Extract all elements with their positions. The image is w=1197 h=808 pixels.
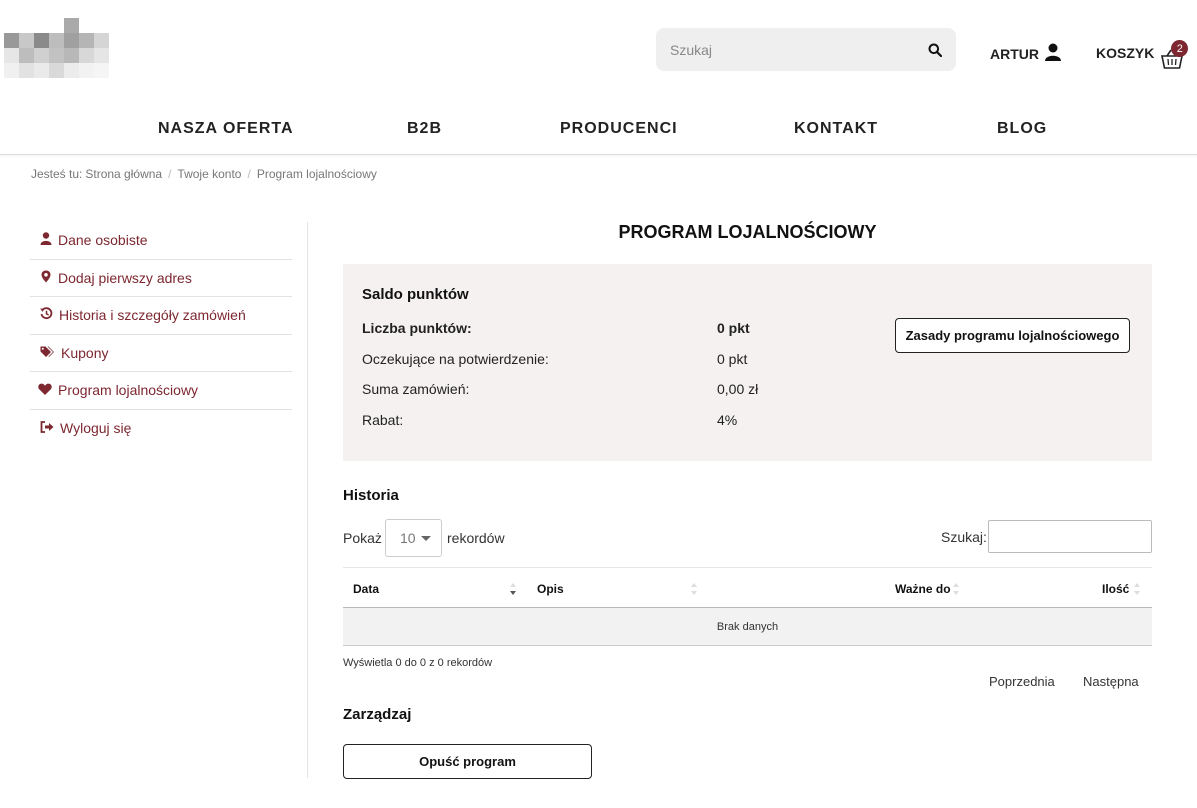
table-empty-row: Brak danych <box>343 608 1152 646</box>
account-label: ARTUR <box>990 45 1039 62</box>
user-icon <box>1045 43 1061 64</box>
sort-icon <box>1134 583 1140 595</box>
pending-points-label: Oczekujące na potwierdzenie: <box>362 351 549 367</box>
records-label: rekordów <box>447 530 505 546</box>
logo[interactable] <box>4 18 126 80</box>
pending-points-value: 0 pkt <box>717 351 748 367</box>
nav-item-kontakt[interactable]: KONTAKT <box>794 120 878 138</box>
search-input[interactable] <box>656 28 914 71</box>
table-search-input[interactable] <box>988 520 1152 553</box>
breadcrumb-separator: / <box>168 167 172 181</box>
breadcrumb-account[interactable]: Twoje konto <box>177 167 241 181</box>
column-header-description[interactable]: Opis <box>537 582 564 596</box>
heart-icon <box>38 382 52 398</box>
sort-descending-icon <box>510 583 516 595</box>
table-header: Data Opis Ważne do Ilość <box>343 567 1152 608</box>
sidebar-item-label: Kupony <box>61 344 109 361</box>
sidebar-item-order-history[interactable]: Historia i szczegóły zamówień <box>30 297 292 335</box>
table-info: Wyświetla 0 do 0 z 0 rekordów <box>343 657 493 669</box>
table-search-label: Szukaj: <box>941 529 987 545</box>
column-header-quantity[interactable]: Ilość <box>1102 582 1129 596</box>
nav-item-producenci[interactable]: PRODUCENCI <box>560 120 678 138</box>
page-size-value: 10 <box>400 530 416 546</box>
map-marker-icon <box>40 270 52 286</box>
points-count-label: Liczba punktów: <box>362 320 472 336</box>
breadcrumb-current: Program lojalnościowy <box>256 167 377 181</box>
nav-item-blog[interactable]: BLOG <box>997 120 1047 138</box>
basket-icon: 2 <box>1160 40 1189 70</box>
discount-label: Rabat: <box>362 412 404 428</box>
orders-sum-value: 0,00 zł <box>717 381 759 397</box>
sign-out-icon <box>40 420 54 436</box>
sidebar-item-label: Program lojalnościowy <box>58 382 199 399</box>
sidebar-item-add-address[interactable]: Dodaj pierwszy adres <box>30 260 292 297</box>
points-count-value: 0 pkt <box>717 320 750 336</box>
cart-link[interactable]: KOSZYK 2 <box>1096 36 1189 70</box>
sidebar-item-logout[interactable]: Wyloguj się <box>30 410 292 448</box>
next-page-button[interactable]: Następna <box>1083 674 1139 689</box>
prev-page-button[interactable]: Poprzednia <box>989 674 1055 689</box>
discount-value: 4% <box>717 412 738 428</box>
breadcrumb: Jesteś tu: Strona główna / Twoje konto /… <box>31 167 377 181</box>
breadcrumb-home[interactable]: Strona główna <box>85 167 162 181</box>
history-table: Data Opis Ważne do Ilość Brak danych <box>343 567 1152 646</box>
empty-message: Brak danych <box>716 620 779 633</box>
history-icon <box>40 307 53 323</box>
points-heading: Saldo punktów <box>362 286 469 303</box>
sidebar-item-loyalty-program[interactable]: Program lojalnościowy <box>30 372 292 410</box>
sidebar-item-coupons[interactable]: Kupony <box>30 335 292 372</box>
cart-label: KOSZYK <box>1096 45 1155 61</box>
nav-item-nasza-oferta[interactable]: NASZA OFERTA <box>158 120 294 138</box>
tags-icon <box>40 345 55 361</box>
manage-heading: Zarządzaj <box>343 706 412 723</box>
program-rules-button[interactable]: Zasady programu lojalnościowego <box>895 318 1130 353</box>
sort-icon <box>691 583 697 595</box>
sort-icon <box>953 583 959 595</box>
main-nav: NASZA OFERTA B2B PRODUCENCI KONTAKT BLOG <box>0 104 1197 155</box>
page-size-select[interactable]: 10 <box>385 519 442 557</box>
sidebar-item-label: Dane osobiste <box>58 232 148 249</box>
column-header-date[interactable]: Data <box>353 582 379 596</box>
points-balance-panel: Saldo punktów Liczba punktów: 0 pkt Ocze… <box>343 264 1152 461</box>
page-title: PROGRAM LOJALNOŚCIOWY <box>618 222 877 242</box>
breadcrumb-prefix: Jesteś tu: <box>31 167 83 181</box>
sidebar-item-personal-data[interactable]: Dane osobiste <box>30 222 292 260</box>
breadcrumb-separator: / <box>247 167 251 181</box>
sidebar-item-label: Historia i szczegóły zamówień <box>59 307 246 324</box>
account-link[interactable]: ARTUR <box>990 43 1061 64</box>
column-header-valid-until[interactable]: Ważne do <box>895 582 951 596</box>
page-size-label: Pokaż <box>343 530 382 546</box>
leave-program-button[interactable]: Opuść program <box>343 744 592 779</box>
sidebar-item-label: Wyloguj się <box>60 420 132 437</box>
search-icon[interactable] <box>914 28 956 71</box>
sidebar-item-label: Dodaj pierwszy adres <box>58 269 192 286</box>
chevron-down-icon <box>421 536 431 541</box>
nav-item-b2b[interactable]: B2B <box>407 120 442 138</box>
history-heading: Historia <box>343 487 399 504</box>
user-icon <box>40 232 52 248</box>
cart-count-badge: 2 <box>1171 40 1189 57</box>
search-bar <box>656 28 956 71</box>
orders-sum-label: Suma zamówień: <box>362 381 470 397</box>
sidebar-divider <box>307 222 308 778</box>
account-sidebar: Dane osobiste Dodaj pierwszy adres Histo… <box>30 222 292 447</box>
